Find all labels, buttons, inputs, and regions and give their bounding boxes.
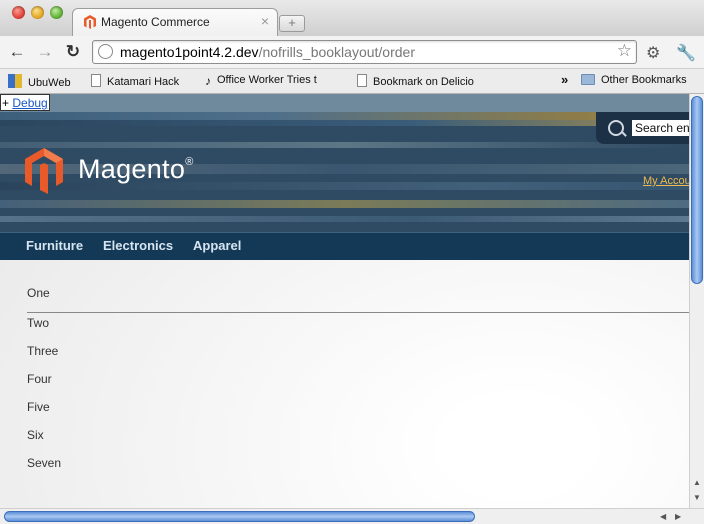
new-tab-button[interactable]: + [279,15,305,32]
debug-link[interactable]: Debug [12,96,47,110]
bookmarks-overflow-chevron[interactable]: » [561,72,568,87]
list-item: Two [27,316,50,330]
scroll-left-arrow-icon[interactable]: ◀ [660,512,666,521]
list-item: Four [27,372,52,386]
forward-button[interactable]: → [34,41,56,63]
horizontal-scrollbar[interactable]: ◀ ▶ [0,508,704,524]
page-icon [357,74,367,87]
vertical-scroll-thumb[interactable] [691,96,703,284]
bookmark-other-folder[interactable]: Other Bookmarks [581,74,687,86]
window-minimize-button[interactable] [31,6,44,19]
folder-icon [581,74,595,85]
debug-toggle: + Debug [0,94,50,111]
scroll-down-arrow-icon[interactable]: ▼ [693,493,701,502]
ubuweb-icon [8,74,22,88]
header-search [596,112,689,144]
site-header: Magento® My Accou [0,112,689,232]
bookmark-office-worker[interactable]: ♪ Office Worker Tries t [205,74,317,88]
list-item: Three [27,344,59,358]
scroll-right-arrow-icon[interactable]: ▶ [675,512,681,521]
window-close-button[interactable] [12,6,25,19]
browser-tab[interactable]: Magento Commerce × [72,8,278,37]
tab-close-icon[interactable]: × [261,13,269,29]
divider [27,312,689,313]
reload-button[interactable]: ↻ [62,41,84,63]
magento-logo-icon [25,148,63,194]
debug-bar: + Debug [0,94,689,112]
list-item: One [27,286,50,300]
scroll-up-arrow-icon[interactable]: ▲ [693,478,701,487]
bookmarks-bar: UbuWeb Katamari Hack ♪ Office Worker Trie… [0,69,704,94]
page-icon [91,74,101,87]
music-note-icon: ♪ [205,74,211,88]
search-input[interactable] [632,120,689,136]
page-content: + Debug Magento® My Ac [0,94,689,508]
address-bar[interactable]: magento1point4.2.dev/nofrills_booklayout… [92,40,637,64]
window-maximize-button[interactable] [50,6,63,19]
address-url: magento1point4.2.dev/nofrills_booklayout… [120,44,415,60]
magento-favicon-icon [84,15,96,29]
settings-gear-icon[interactable]: ⚙ [646,43,660,63]
star-icon[interactable]: ☆ [617,41,632,61]
bookmark-katamari-hack[interactable]: Katamari Hack [91,74,179,88]
search-icon[interactable] [608,120,624,136]
back-button[interactable]: ← [6,41,28,63]
title-bar: Magento Commerce × + [0,0,704,37]
nav-item-apparel[interactable]: Apparel [193,238,241,253]
category-nav: Furniture Electronics Apparel [0,232,689,260]
wrench-icon[interactable]: 🔧 [676,43,696,63]
logo-wordmark[interactable]: Magento® [78,154,194,185]
vertical-scrollbar[interactable]: ▲ ▼ [689,94,704,508]
list-item: Five [27,400,50,414]
browser-window: Magento Commerce × + ← → ↻ magento1point… [0,0,704,524]
list-item: Six [27,428,44,442]
list-item: Seven [27,456,62,470]
bookmark-ubuweb[interactable]: UbuWeb [8,74,71,89]
bookmark-delicious[interactable]: Bookmark on Delicio [357,74,474,88]
tab-title: Magento Commerce [101,15,210,29]
horizontal-scroll-thumb[interactable] [4,511,475,522]
nav-item-furniture[interactable]: Furniture [26,238,83,253]
my-account-link[interactable]: My Accou [643,175,689,187]
nav-item-electronics[interactable]: Electronics [103,238,173,253]
globe-icon [98,44,113,59]
browser-toolbar: ← → ↻ magento1point4.2.dev/nofrills_book… [0,36,704,69]
